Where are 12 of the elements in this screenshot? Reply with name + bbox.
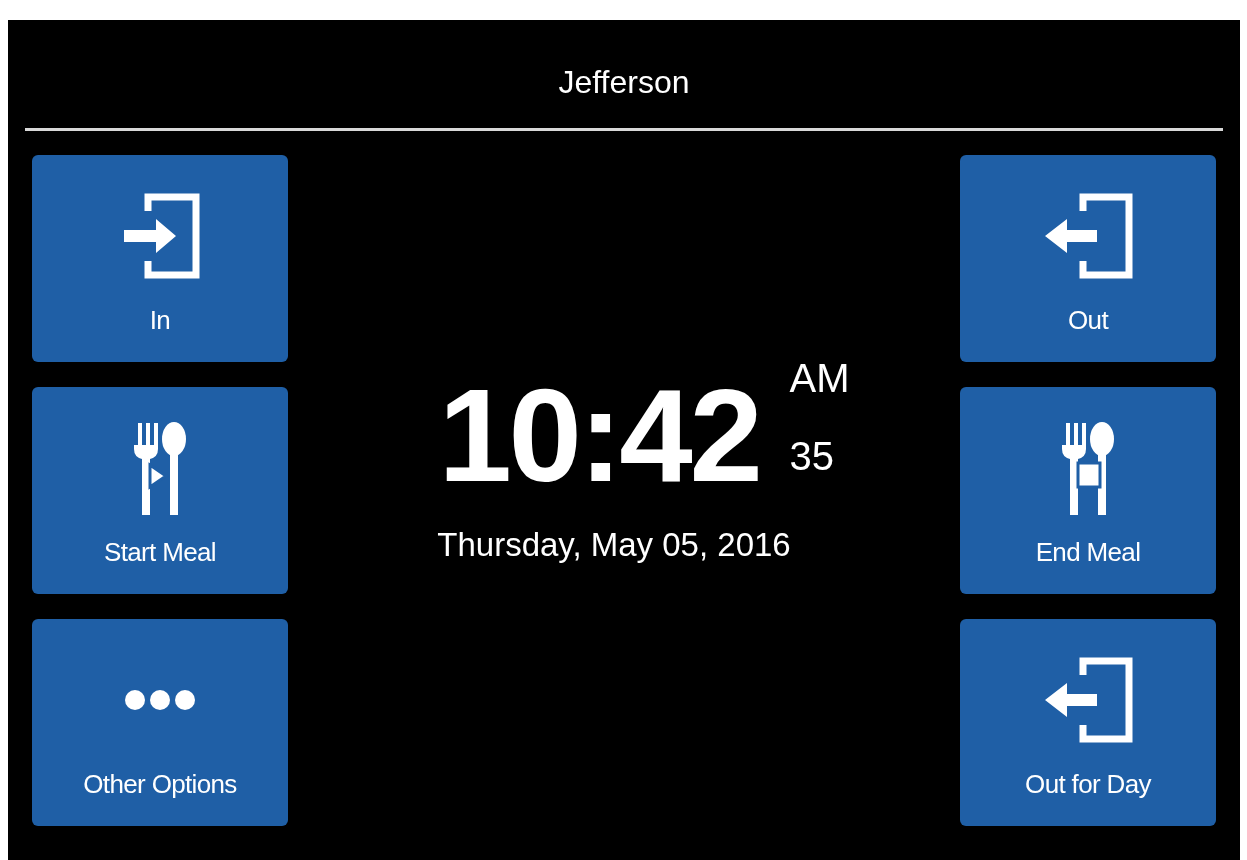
clock-time: 10:42 <box>438 370 760 502</box>
action-button[interactable]: Out <box>960 155 1216 362</box>
action-button[interactable]: Out for Day <box>960 619 1216 826</box>
action-button[interactable]: Start Meal <box>32 387 288 594</box>
clock-seconds: 35 <box>789 436 835 476</box>
clock-period: AM <box>789 358 850 398</box>
action-button[interactable]: Other Options <box>32 619 288 826</box>
more-icon <box>124 689 196 711</box>
action-button[interactable]: End Meal <box>960 387 1216 594</box>
header-title: Jefferson <box>558 63 690 102</box>
action-button[interactable]: In <box>32 155 288 362</box>
clock-date: Thursday, May 05, 2016 <box>437 525 791 565</box>
